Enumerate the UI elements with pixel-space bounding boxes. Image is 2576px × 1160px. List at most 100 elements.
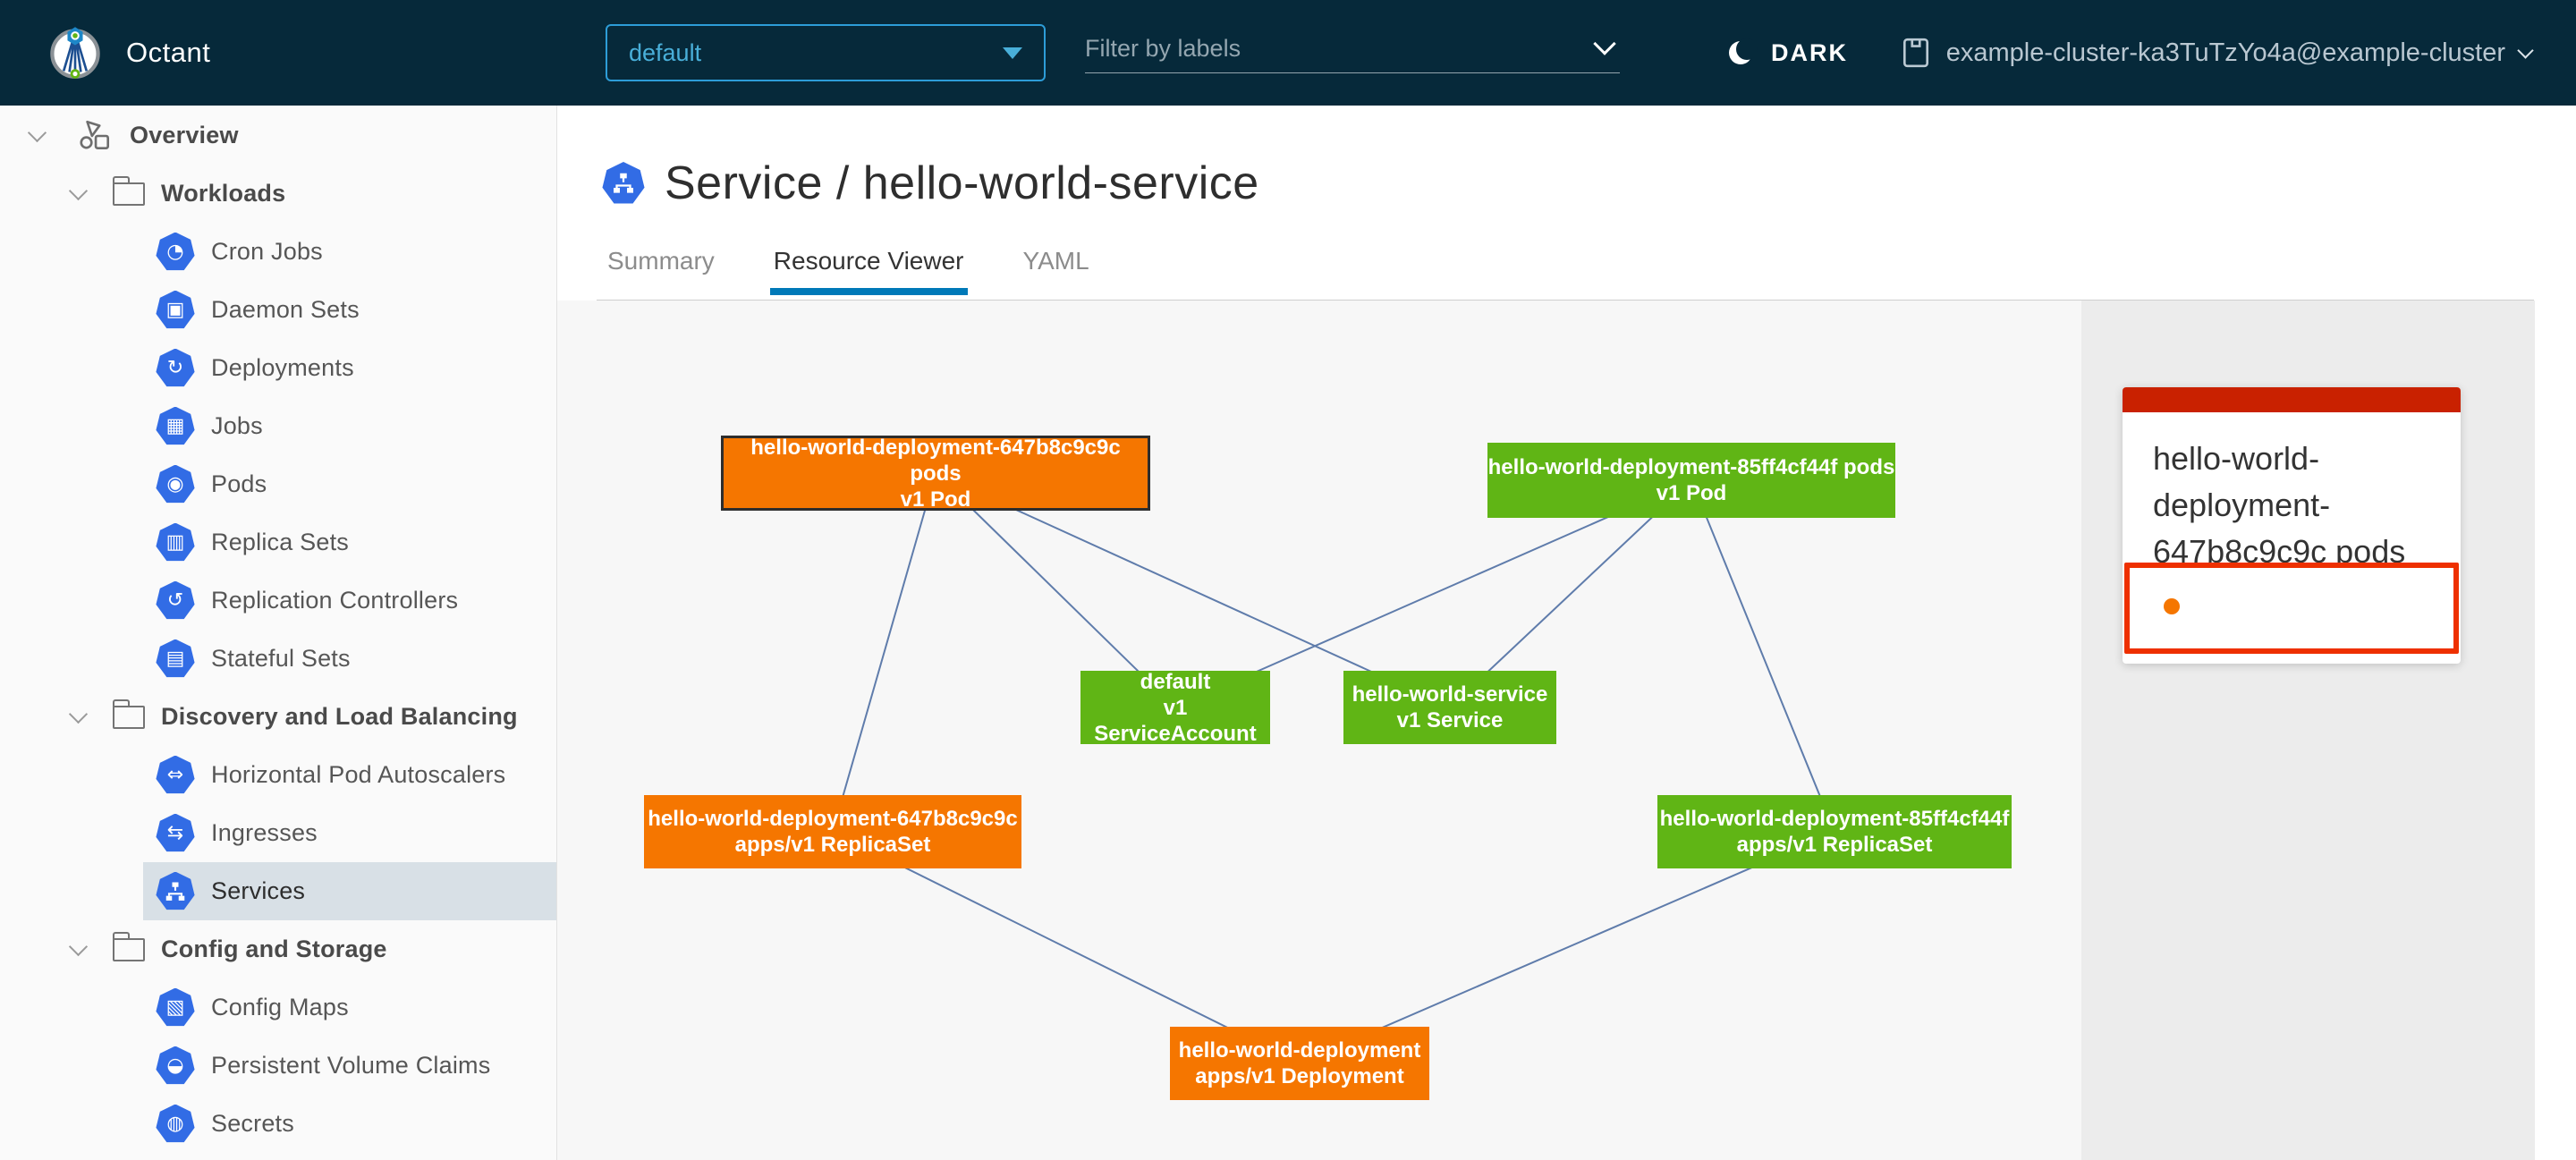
octant-logo-icon — [47, 23, 104, 80]
main-content: Service / hello-world-service Summary Re… — [557, 106, 2576, 1160]
statefulset-icon: ▤ — [156, 639, 195, 679]
node-label: hello-world-deployment-647b8c9c9c pods — [724, 435, 1148, 487]
graph-node-serviceaccount-default[interactable]: default v1 ServiceAccount — [1080, 671, 1270, 744]
overview-icon — [76, 117, 114, 155]
graph-node-pod-647b8c9c9c[interactable]: hello-world-deployment-647b8c9c9c pods v… — [721, 436, 1150, 511]
sidebar-item-label: Daemon Sets — [211, 296, 360, 324]
secret-icon: ◍ — [156, 1105, 195, 1144]
node-sublabel: apps/v1 ReplicaSet — [735, 832, 931, 858]
selected-resource-card[interactable]: hello-world-deployment-647b8c9c9c pods — [2123, 387, 2461, 664]
sidebar-item-deployments[interactable]: ↻ Deployments — [0, 339, 556, 397]
dropdown-caret-icon — [1003, 47, 1022, 59]
job-icon: ▦ — [156, 407, 195, 446]
sidebar-item-label: Horizontal Pod Autoscalers — [211, 761, 505, 789]
graph-node-replicaset-647b8c9c9c[interactable]: hello-world-deployment-647b8c9c9c apps/v… — [644, 795, 1021, 868]
theme-toggle-button[interactable]: DARK — [1726, 0, 1848, 106]
folder-icon — [113, 706, 145, 729]
node-label: hello-world-service — [1352, 682, 1548, 707]
chevron-down-icon — [69, 182, 88, 200]
sidebar-group-config-and-storage[interactable]: Config and Storage — [0, 920, 556, 978]
node-label: hello-world-deployment — [1179, 1037, 1421, 1063]
pvc-icon: ◒ — [156, 1046, 195, 1086]
graph-node-service-hello-world[interactable]: hello-world-service v1 Service — [1343, 671, 1556, 744]
tab-summary[interactable]: Summary — [604, 247, 718, 295]
node-label: hello-world-deployment-85ff4cf44f — [1660, 806, 2010, 832]
sidebar-item-label: Cron Jobs — [211, 238, 323, 266]
folder-icon — [113, 182, 145, 206]
sidebar-nav: Overview Workloads ◔ Cron Jobs ▣ Daemon … — [0, 106, 557, 1160]
sidebar-item-ingresses[interactable]: ⇆ Ingresses — [0, 804, 556, 862]
sidebar-item-label: Replica Sets — [211, 529, 349, 556]
cluster-context-selector[interactable]: example-cluster-ka3TuTzYo4a@example-clus… — [1900, 0, 2531, 106]
chevron-down-icon — [69, 705, 88, 724]
sidebar-item-label: Jobs — [211, 412, 263, 440]
chevron-down-icon — [69, 937, 88, 956]
sidebar-item-jobs[interactable]: ▦ Jobs — [0, 397, 556, 455]
right-gutter — [2535, 301, 2576, 1160]
node-label: hello-world-deployment-85ff4cf44f pods — [1488, 454, 1895, 480]
sidebar-item-secrets[interactable]: ◍ Secrets — [0, 1095, 556, 1153]
sidebar-item-label: Workloads — [161, 180, 285, 207]
service-icon — [156, 872, 195, 911]
tab-bar: Summary Resource Viewer YAML — [604, 247, 1145, 295]
node-sublabel: v1 Service — [1397, 707, 1504, 733]
sidebar-group-discovery-and-load-balancing[interactable]: Discovery and Load Balancing — [0, 688, 556, 746]
pod-status-box[interactable] — [2124, 563, 2459, 654]
graph-node-replicaset-85ff4cf44f[interactable]: hello-world-deployment-85ff4cf44f apps/v… — [1657, 795, 2012, 868]
namespace-dropdown-value: default — [629, 39, 701, 67]
node-sublabel: v1 ServiceAccount — [1080, 695, 1270, 747]
app-header: Octant default DARK example-cluster-ka3T… — [0, 0, 2576, 106]
sidebar-item-horizontal-pod-autoscalers[interactable]: ⇔ Horizontal Pod Autoscalers — [0, 746, 556, 804]
sidebar-item-persistent-volume-claims[interactable]: ◒ Persistent Volume Claims — [0, 1037, 556, 1095]
chevron-down-icon — [2517, 42, 2533, 58]
sidebar-item-label: Secrets — [211, 1110, 294, 1138]
cluster-icon — [1900, 37, 1932, 69]
sidebar-item-label: Deployments — [211, 354, 354, 382]
moon-icon — [1726, 37, 1758, 69]
status-bar-red — [2123, 387, 2461, 412]
sidebar-item-stateful-sets[interactable]: ▤ Stateful Sets — [0, 630, 556, 688]
sidebar-item-services[interactable]: Services — [0, 862, 556, 920]
node-sublabel: apps/v1 Deployment — [1195, 1063, 1403, 1089]
label-filter — [1085, 27, 1620, 73]
page-title: Service / hello-world-service — [602, 157, 1259, 210]
sidebar-item-label: Discovery and Load Balancing — [161, 703, 518, 731]
sidebar-item-label: Ingresses — [211, 819, 318, 847]
namespace-dropdown[interactable]: default — [606, 24, 1046, 81]
ingress-icon: ⇆ — [156, 814, 195, 853]
configmap-icon: ▧ — [156, 988, 195, 1028]
resource-graph-canvas[interactable]: hello-world-deployment-647b8c9c9c pods v… — [557, 301, 2081, 1160]
chevron-down-icon — [28, 123, 47, 142]
sidebar-item-pods[interactable]: ◉ Pods — [0, 455, 556, 513]
service-icon — [602, 162, 645, 205]
graph-node-pod-85ff4cf44f[interactable]: hello-world-deployment-85ff4cf44f pods v… — [1487, 443, 1895, 518]
replicationcontroller-icon: ↺ — [156, 581, 195, 621]
sidebar-item-config-maps[interactable]: ▧ Config Maps — [0, 978, 556, 1037]
node-sublabel: v1 Pod — [901, 487, 971, 512]
app-title: Octant — [126, 0, 210, 106]
replicaset-icon: ▥ — [156, 523, 195, 563]
sidebar-item-replica-sets[interactable]: ▥ Replica Sets — [0, 513, 556, 572]
tab-resource-viewer[interactable]: Resource Viewer — [770, 247, 968, 295]
sidebar-item-cron-jobs[interactable]: ◔ Cron Jobs — [0, 223, 556, 281]
sidebar-item-label: Services — [211, 877, 305, 905]
deployment-icon: ↻ — [156, 349, 195, 388]
hpa-icon: ⇔ — [156, 756, 195, 795]
node-label: default — [1140, 669, 1211, 695]
sidebar-item-label: Overview — [130, 122, 239, 149]
daemonset-icon: ▣ — [156, 291, 195, 330]
node-sublabel: v1 Pod — [1657, 480, 1727, 506]
label-filter-input[interactable] — [1085, 27, 1568, 70]
sidebar-item-daemon-sets[interactable]: ▣ Daemon Sets — [0, 281, 556, 339]
sidebar-item-overview[interactable]: Overview — [0, 106, 556, 165]
theme-toggle-label: DARK — [1771, 39, 1848, 67]
sidebar-item-label: Pods — [211, 470, 267, 498]
tab-yaml[interactable]: YAML — [1020, 247, 1093, 295]
graph-node-deployment-hello-world[interactable]: hello-world-deployment apps/v1 Deploymen… — [1170, 1027, 1429, 1100]
chevron-down-icon[interactable] — [1593, 32, 1615, 55]
sidebar-item-replication-controllers[interactable]: ↺ Replication Controllers — [0, 572, 556, 630]
sidebar-item-label: Config Maps — [211, 994, 349, 1021]
sidebar-item-label: Config and Storage — [161, 936, 387, 963]
selected-resource-name: hello-world-deployment-647b8c9c9c pods — [2123, 412, 2461, 575]
sidebar-group-workloads[interactable]: Workloads — [0, 165, 556, 223]
